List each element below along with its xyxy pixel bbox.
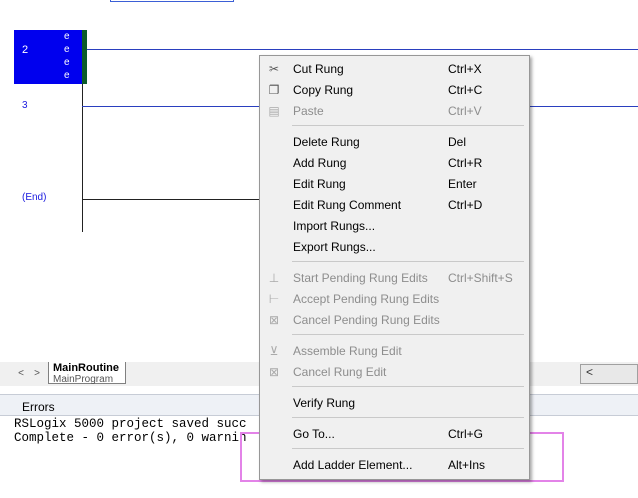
menu-item-label: Copy Rung [293,83,354,97]
menu-item-copy-rung[interactable]: ❐ Copy Rung Ctrl+C [260,79,529,100]
rung-number-3[interactable]: 3 [22,100,28,111]
edit-mark: e [64,57,70,68]
rung-context-menu: ✂ Cut Rung Ctrl+X ❐ Copy Rung Ctrl+C ▤ P… [259,55,530,480]
menu-item-paste[interactable]: ▤ Paste Ctrl+V [260,100,529,121]
menu-item-cut-rung[interactable]: ✂ Cut Rung Ctrl+X [260,58,529,79]
edit-mark: e [64,70,70,81]
menu-item-shortcut: Ctrl+D [448,198,483,212]
menu-item-delete-rung[interactable]: Delete Rung Del [260,131,529,152]
menu-item-shortcut: Ctrl+X [448,62,482,76]
menu-item-go-to[interactable]: Go To... Ctrl+G [260,423,529,444]
menu-item-label: Assemble Rung Edit [293,344,402,358]
assemble-edit-icon: ⊻ [269,344,279,358]
menu-item-label: Start Pending Rung Edits [293,271,428,285]
menu-separator [292,125,524,126]
menu-item-label: Cancel Rung Edit [293,365,387,379]
menu-item-label: Add Ladder Element... [293,458,413,472]
menu-item-import-rungs[interactable]: Import Rungs... [260,215,529,236]
menu-item-label: Paste [293,104,324,118]
rung-2-selected-marker[interactable] [14,30,82,84]
errors-title: Errors [22,400,55,414]
tab-nav-prev-button[interactable]: < [14,366,28,382]
tab-main-routine[interactable]: MainRoutine MainProgram [48,362,126,385]
menu-item-label: Delete Rung [293,135,360,149]
menu-separator [292,417,524,418]
menu-item-cancel-pending-edits[interactable]: ⊠ Cancel Pending Rung Edits [260,309,529,330]
menu-item-label: Export Rungs... [293,240,376,254]
menu-item-shortcut: Alt+Ins [448,458,486,472]
menu-item-shortcut: Ctrl+V [448,104,482,118]
start-edits-icon: ⊥ [268,271,280,285]
menu-item-shortcut: Del [448,135,467,149]
menu-item-shortcut: Ctrl+C [448,83,483,97]
menu-item-label: Add Rung [293,156,347,170]
menu-item-label: Edit Rung Comment [293,198,402,212]
tab-title: MainRoutine [53,362,119,374]
menu-item-cancel-rung-edit[interactable]: ⊠ Cancel Rung Edit [260,361,529,382]
errors-line: Complete - 0 error(s), 0 warnin [14,431,247,445]
menu-item-label: Import Rungs... [293,219,376,233]
rung-number-end[interactable]: (End) [22,192,46,203]
rung-box-top [110,0,234,2]
menu-item-verify-rung[interactable]: Verify Rung [260,392,529,413]
menu-item-assemble-rung-edit[interactable]: ⊻ Assemble Rung Edit [260,340,529,361]
accept-edits-icon: ⊢ [268,292,280,306]
scroll-left-icon[interactable]: < [586,365,593,379]
menu-item-shortcut: Ctrl+Shift+S [448,271,513,285]
end-rung-line [82,199,262,200]
edit-mark: e [64,44,70,55]
menu-item-label: Accept Pending Rung Edits [293,292,440,306]
rung-2-edge-bar [82,30,87,84]
menu-item-add-ladder-element[interactable]: Add Ladder Element... Alt+Ins [260,454,529,475]
tab-nav-next-button[interactable]: > [30,366,44,382]
menu-separator [292,334,524,335]
cancel-rung-edit-icon: ⊠ [268,365,280,379]
menu-item-start-pending-edits[interactable]: ⊥ Start Pending Rung Edits Ctrl+Shift+S [260,267,529,288]
scissors-icon: ✂ [268,62,280,76]
rung-number-2[interactable]: 2 [22,44,28,56]
menu-separator [292,386,524,387]
menu-item-label: Cancel Pending Rung Edits [293,313,440,327]
menu-separator [292,448,524,449]
menu-item-shortcut: Ctrl+G [448,427,484,441]
rung-2-power-rail [86,49,638,50]
menu-item-export-rungs[interactable]: Export Rungs... [260,236,529,257]
menu-item-shortcut: Enter [448,177,477,191]
menu-item-label: Edit Rung [293,177,346,191]
menu-item-accept-pending-edits[interactable]: ⊢ Accept Pending Rung Edits [260,288,529,309]
menu-item-label: Verify Rung [293,396,356,410]
menu-separator [292,261,524,262]
copy-icon: ❐ [268,83,280,97]
paste-icon: ▤ [268,104,280,118]
errors-line: RSLogix 5000 project saved succ [14,417,247,431]
menu-item-edit-rung[interactable]: Edit Rung Enter [260,173,529,194]
menu-item-edit-rung-comment[interactable]: Edit Rung Comment Ctrl+D [260,194,529,215]
menu-item-label: Go To... [293,427,335,441]
tab-subtitle: MainProgram [53,374,114,385]
menu-item-shortcut: Ctrl+R [448,156,483,170]
cancel-edits-icon: ⊠ [268,313,280,327]
menu-item-add-rung[interactable]: Add Rung Ctrl+R [260,152,529,173]
menu-item-label: Cut Rung [293,62,344,76]
edit-mark: e [64,31,70,42]
